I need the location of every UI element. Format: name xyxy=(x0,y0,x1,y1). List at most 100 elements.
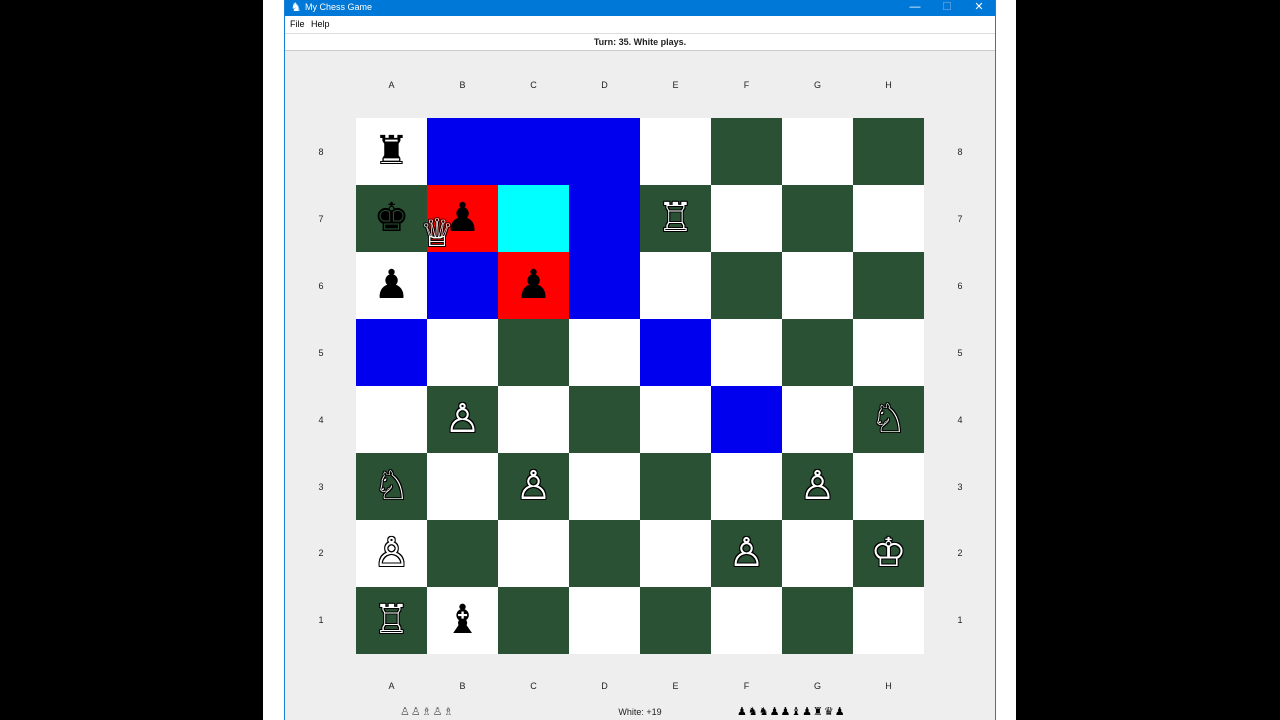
black-piece[interactable]: ♝ xyxy=(427,587,498,654)
rank-label-left: 3 xyxy=(318,482,324,492)
square-e5[interactable] xyxy=(640,319,711,386)
square-d4[interactable] xyxy=(569,386,640,453)
square-h7[interactable] xyxy=(853,185,924,252)
file-label-top: C xyxy=(530,80,537,90)
square-h3[interactable] xyxy=(853,453,924,520)
square-f6[interactable] xyxy=(711,252,782,319)
square-a6[interactable]: ♟ xyxy=(356,252,427,319)
square-g1[interactable] xyxy=(782,587,853,654)
rank-label-right: 1 xyxy=(957,615,963,625)
square-d5[interactable] xyxy=(569,319,640,386)
menu-file[interactable]: File xyxy=(290,19,305,29)
square-c3[interactable]: ♙ xyxy=(498,453,569,520)
black-piece[interactable]: ♜ xyxy=(356,118,427,185)
square-e8[interactable] xyxy=(640,118,711,185)
square-h6[interactable] xyxy=(853,252,924,319)
white-piece[interactable]: ♔ xyxy=(853,520,924,587)
captured-black-pieces: ♟♞♞♟♟♝♟♜♛♟ xyxy=(737,705,846,718)
white-piece[interactable]: ♙ xyxy=(427,386,498,453)
square-h1[interactable] xyxy=(853,587,924,654)
square-b1[interactable]: ♝ xyxy=(427,587,498,654)
white-piece[interactable]: ♘ xyxy=(853,386,924,453)
file-label-top: G xyxy=(813,80,821,90)
square-f7[interactable] xyxy=(711,185,782,252)
minimize-button[interactable]: — xyxy=(899,0,931,16)
square-f2[interactable]: ♙ xyxy=(711,520,782,587)
title-bar[interactable]: ♞ My Chess Game — ☐ ✕ xyxy=(285,0,995,16)
square-g3[interactable]: ♙ xyxy=(782,453,853,520)
square-c6[interactable]: ♟ xyxy=(498,252,569,319)
square-d3[interactable] xyxy=(569,453,640,520)
square-g7[interactable] xyxy=(782,185,853,252)
square-c4[interactable] xyxy=(498,386,569,453)
square-g6[interactable] xyxy=(782,252,853,319)
square-d2[interactable] xyxy=(569,520,640,587)
square-a2[interactable]: ♙ xyxy=(356,520,427,587)
file-label-bottom: H xyxy=(885,681,892,691)
square-e3[interactable] xyxy=(640,453,711,520)
square-b4[interactable]: ♙ xyxy=(427,386,498,453)
square-c2[interactable] xyxy=(498,520,569,587)
square-h4[interactable]: ♘ xyxy=(853,386,924,453)
file-label-top: E xyxy=(672,80,679,90)
square-f3[interactable] xyxy=(711,453,782,520)
square-c8[interactable] xyxy=(498,118,569,185)
square-g2[interactable] xyxy=(782,520,853,587)
rank-label-left: 1 xyxy=(318,615,324,625)
file-label-bottom: D xyxy=(601,681,608,691)
square-a5[interactable] xyxy=(356,319,427,386)
white-piece[interactable]: ♖ xyxy=(640,185,711,252)
white-piece[interactable]: ♖ xyxy=(356,587,427,654)
square-e1[interactable] xyxy=(640,587,711,654)
menu-help[interactable]: Help xyxy=(311,19,330,29)
square-f8[interactable] xyxy=(711,118,782,185)
white-piece[interactable]: ♙ xyxy=(711,520,782,587)
white-piece[interactable]: ♘ xyxy=(356,453,427,520)
square-c7[interactable] xyxy=(498,185,569,252)
square-a4[interactable] xyxy=(356,386,427,453)
square-b2[interactable] xyxy=(427,520,498,587)
black-piece[interactable]: ♟ xyxy=(356,252,427,319)
square-e7[interactable]: ♖ xyxy=(640,185,711,252)
square-f1[interactable] xyxy=(711,587,782,654)
rank-label-left: 8 xyxy=(318,147,324,157)
square-d8[interactable] xyxy=(569,118,640,185)
black-piece[interactable]: ♟ xyxy=(498,252,569,319)
square-h2[interactable]: ♔ xyxy=(853,520,924,587)
white-piece[interactable]: ♙ xyxy=(498,453,569,520)
square-e2[interactable] xyxy=(640,520,711,587)
square-b8[interactable] xyxy=(427,118,498,185)
square-b5[interactable] xyxy=(427,319,498,386)
square-g5[interactable] xyxy=(782,319,853,386)
square-g8[interactable] xyxy=(782,118,853,185)
square-d6[interactable] xyxy=(569,252,640,319)
rank-label-left: 5 xyxy=(318,348,324,358)
file-label-top: A xyxy=(388,80,395,90)
square-c1[interactable] xyxy=(498,587,569,654)
square-h8[interactable] xyxy=(853,118,924,185)
white-piece[interactable]: ♙ xyxy=(356,520,427,587)
square-f5[interactable] xyxy=(711,319,782,386)
square-c5[interactable] xyxy=(498,319,569,386)
square-h5[interactable] xyxy=(853,319,924,386)
file-label-top: F xyxy=(743,80,750,90)
square-d7[interactable] xyxy=(569,185,640,252)
square-a3[interactable]: ♘ xyxy=(356,453,427,520)
square-g4[interactable] xyxy=(782,386,853,453)
maximize-button[interactable]: ☐ xyxy=(931,0,963,16)
close-button[interactable]: ✕ xyxy=(963,0,995,16)
white-piece[interactable]: ♙ xyxy=(782,453,853,520)
captured-white-pieces: ♙♙♗♙♗ xyxy=(400,705,455,718)
square-b3[interactable] xyxy=(427,453,498,520)
square-e6[interactable] xyxy=(640,252,711,319)
square-d1[interactable] xyxy=(569,587,640,654)
square-a1[interactable]: ♖ xyxy=(356,587,427,654)
square-e4[interactable] xyxy=(640,386,711,453)
rank-label-right: 7 xyxy=(957,214,963,224)
file-label-top: H xyxy=(885,80,892,90)
dragged-white-queen[interactable]: ♕ xyxy=(417,208,457,258)
square-b6[interactable] xyxy=(427,252,498,319)
square-a8[interactable]: ♜ xyxy=(356,118,427,185)
file-label-bottom: G xyxy=(813,681,821,691)
square-f4[interactable] xyxy=(711,386,782,453)
